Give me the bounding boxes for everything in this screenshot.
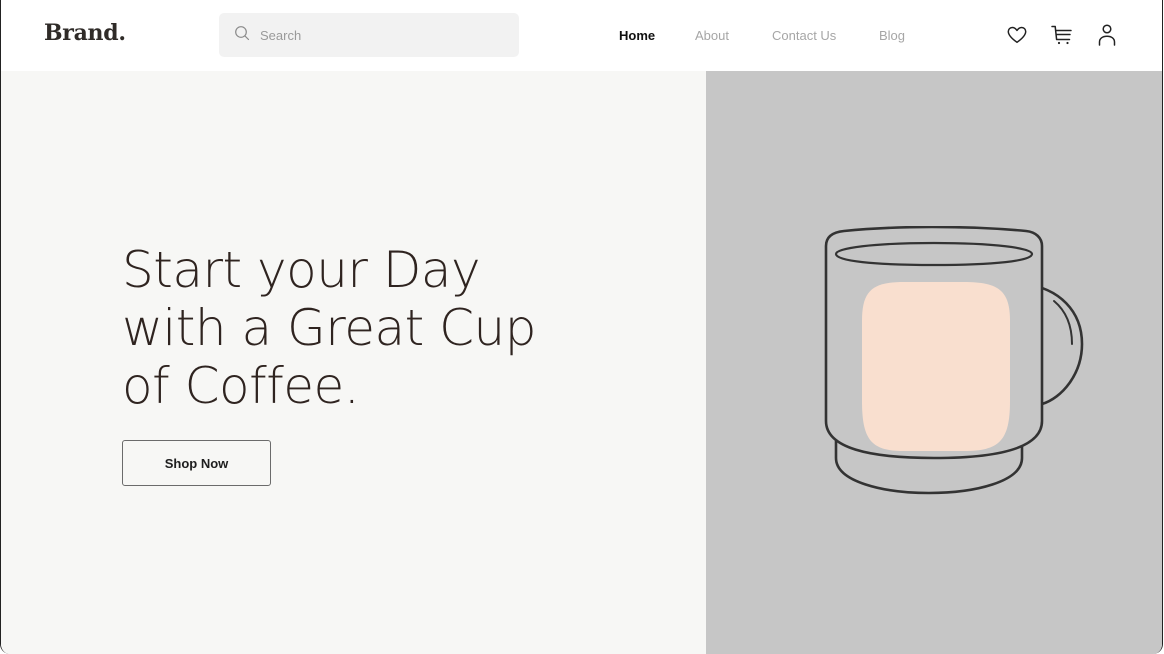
hero-heading-line: of Coffee. <box>122 357 360 415</box>
hero-text-panel: Start your Day with a Great Cup of Coffe… <box>1 71 706 654</box>
nav-contact-us[interactable]: Contact Us <box>772 28 836 43</box>
nav-blog[interactable]: Blog <box>879 28 905 43</box>
hero-image-panel <box>706 71 1162 654</box>
hero-heading: Start your Day with a Great Cup of Coffe… <box>122 241 602 415</box>
shop-now-button[interactable]: Shop Now <box>122 440 271 486</box>
user-icon[interactable] <box>1095 23 1119 47</box>
search-bar[interactable] <box>219 13 519 57</box>
cart-icon[interactable] <box>1050 23 1074 47</box>
site-header: Brand. Home About Contact Us Blog <box>1 0 1162 71</box>
brand-logo[interactable]: Brand. <box>44 20 126 46</box>
hero-heading-line: Start your Day <box>122 241 481 299</box>
nav-home[interactable]: Home <box>619 28 655 43</box>
nav-about[interactable]: About <box>695 28 729 43</box>
heart-icon[interactable] <box>1005 23 1029 47</box>
hero-heading-line: with a Great Cup <box>122 299 536 357</box>
coffee-mug-illustration <box>824 226 1084 495</box>
search-input[interactable] <box>258 26 502 44</box>
search-icon <box>234 25 250 46</box>
page-frame: Brand. Home About Contact Us Blog Start … <box>0 0 1163 654</box>
